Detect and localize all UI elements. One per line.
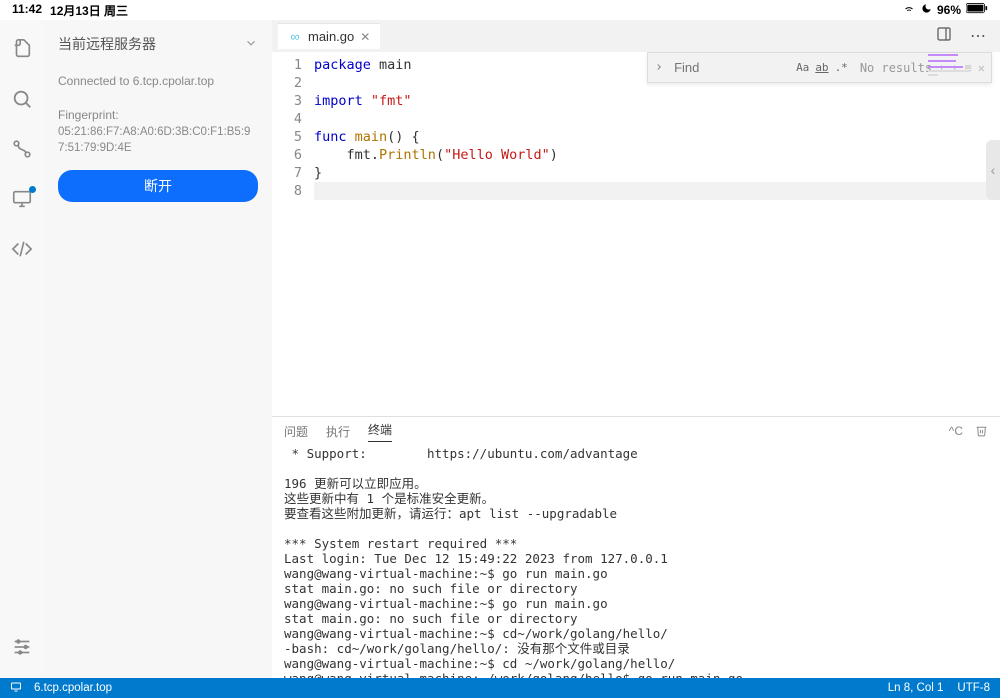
close-icon[interactable]: ✕ bbox=[360, 30, 370, 44]
bottom-panel: 问题 执行 终端 ^C * Support: https://ubuntu.co… bbox=[272, 416, 1000, 678]
more-icon[interactable]: ⋯ bbox=[970, 26, 986, 47]
chevron-down-icon bbox=[244, 36, 258, 53]
layout-icon[interactable] bbox=[936, 26, 952, 47]
remote-icon[interactable] bbox=[11, 188, 33, 210]
moon-icon bbox=[921, 3, 932, 17]
sidebar-header[interactable]: 当前远程服务器 bbox=[58, 34, 258, 54]
editor-tabs: ∞ main.go ✕ ⋯ bbox=[272, 20, 1000, 52]
tab-label: main.go bbox=[308, 29, 354, 44]
clock: 11:42 bbox=[12, 2, 42, 19]
terminal-output[interactable]: * Support: https://ubuntu.com/advantage … bbox=[272, 442, 1000, 678]
encoding[interactable]: UTF-8 bbox=[957, 682, 990, 694]
tab-problems[interactable]: 问题 bbox=[284, 423, 308, 440]
activity-bar bbox=[0, 20, 44, 678]
match-case-icon[interactable]: Aa bbox=[796, 61, 809, 74]
tab-main-go[interactable]: ∞ main.go ✕ bbox=[278, 23, 380, 49]
fold-handle[interactable]: ‹ bbox=[986, 140, 1000, 200]
terminal-shortcut[interactable]: ^C bbox=[949, 424, 963, 440]
remote-host[interactable]: 6.tcp.cpolar.top bbox=[34, 682, 112, 694]
date: 12月13日 周三 bbox=[50, 2, 128, 19]
line-gutter: 12345678 bbox=[272, 52, 314, 416]
trash-icon[interactable] bbox=[975, 424, 988, 440]
disconnect-button[interactable]: 断开 bbox=[58, 170, 258, 202]
settings-icon[interactable] bbox=[11, 636, 33, 658]
minimap[interactable] bbox=[928, 54, 998, 94]
battery-text: 96% bbox=[937, 3, 961, 17]
code-content[interactable]: package main import "fmt" func main() { … bbox=[314, 52, 1000, 416]
source-control-icon[interactable] bbox=[11, 138, 33, 160]
remote-sidebar: 当前远程服务器 Connected to 6.tcp.cpolar.top Fi… bbox=[44, 20, 272, 678]
cursor-position[interactable]: Ln 8, Col 1 bbox=[888, 682, 944, 694]
tab-terminal[interactable]: 终端 bbox=[368, 421, 392, 442]
code-icon[interactable] bbox=[11, 238, 33, 260]
whole-word-icon[interactable]: ab bbox=[815, 61, 828, 74]
find-results: No results bbox=[860, 61, 932, 75]
battery-icon bbox=[966, 3, 988, 17]
find-input[interactable] bbox=[670, 57, 790, 78]
status-bar: 6.tcp.cpolar.top Ln 8, Col 1 UTF-8 bbox=[0, 678, 1000, 698]
fingerprint-label: Fingerprint: bbox=[58, 108, 258, 122]
regex-icon[interactable]: .* bbox=[835, 61, 848, 74]
editor-body[interactable]: 12345678 package main import "fmt" func … bbox=[272, 52, 1000, 416]
wifi-icon bbox=[902, 3, 916, 18]
remote-indicator[interactable] bbox=[10, 681, 22, 696]
sidebar-title: 当前远程服务器 bbox=[58, 34, 156, 54]
expand-find-icon[interactable] bbox=[654, 61, 664, 75]
tab-run[interactable]: 执行 bbox=[326, 423, 350, 440]
go-file-icon: ∞ bbox=[288, 30, 302, 44]
fingerprint-value: 05:21:86:F7:A8:A0:6D:3B:C0:F1:B5:97:51:7… bbox=[58, 124, 258, 156]
connection-status: Connected to 6.tcp.cpolar.top bbox=[58, 74, 258, 88]
device-statusbar: 11:42 12月13日 周三 96% bbox=[0, 0, 1000, 20]
search-icon[interactable] bbox=[11, 88, 33, 110]
files-icon[interactable] bbox=[11, 38, 33, 60]
